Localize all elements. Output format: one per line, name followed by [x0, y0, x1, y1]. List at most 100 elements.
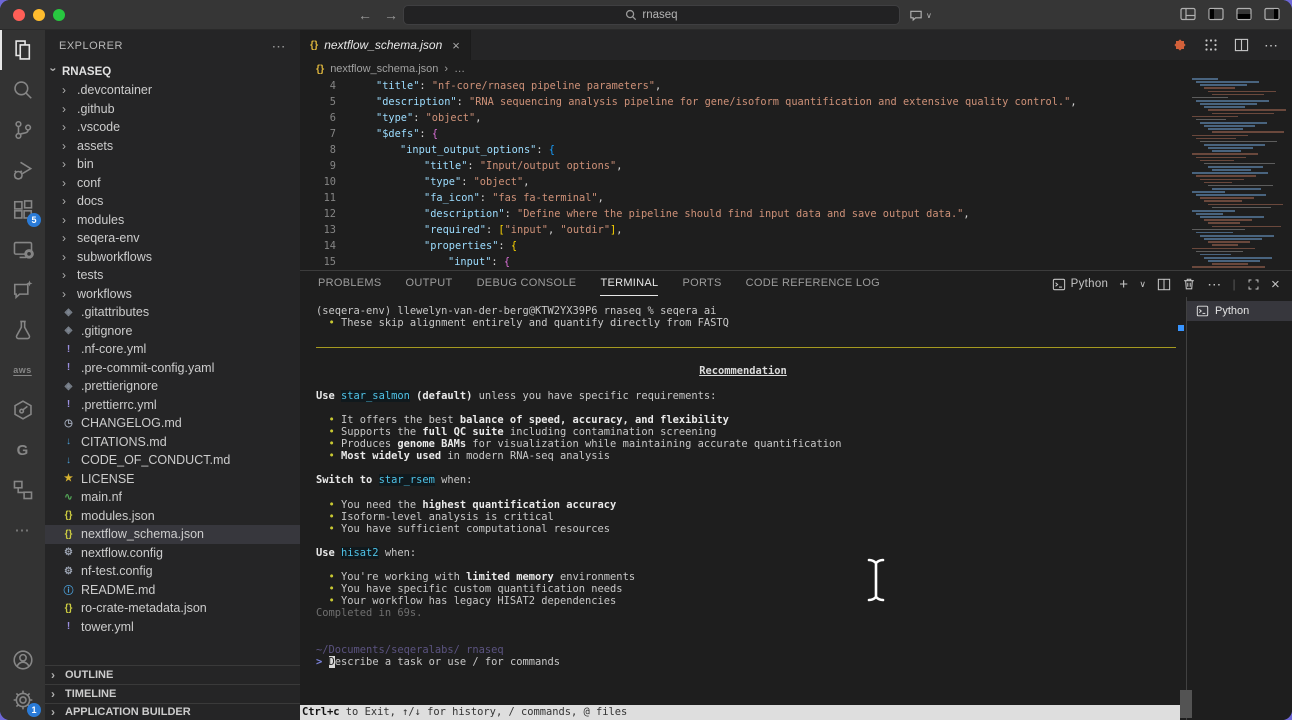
kill-terminal-icon[interactable] — [1182, 277, 1196, 291]
minimize-window-button[interactable] — [33, 9, 45, 21]
panel-tab-terminal[interactable]: TERMINAL — [600, 272, 658, 296]
activity-hexagon-extension-button[interactable] — [0, 390, 45, 430]
panel-tab-output[interactable]: OUTPUT — [406, 272, 453, 296]
activity-search-button[interactable] — [0, 70, 45, 110]
root-label: RNASEQ — [62, 66, 111, 78]
terminal-line — [316, 462, 1186, 474]
minimap[interactable] — [1190, 78, 1278, 270]
tree-item-seqera-env[interactable]: ›seqera-env — [45, 229, 300, 248]
file-label: .gitignore — [81, 324, 132, 338]
panel-more-actions-icon[interactable]: ⋯ — [1207, 276, 1221, 293]
activity-run-debug-button[interactable] — [0, 150, 45, 190]
tree-item-nextflow-config[interactable]: ⚙nextflow.config — [45, 544, 300, 563]
tab-nextflow-schema-json[interactable]: {} nextflow_schema.json × — [300, 30, 471, 60]
dots-grid-icon[interactable] — [1203, 37, 1219, 53]
activity-chat-button[interactable] — [0, 270, 45, 310]
file-tree: ›.devcontainer›.github›.vscode›assets›bi… — [45, 81, 300, 636]
copilot-menu-button[interactable]: ∨ — [908, 4, 932, 26]
terminal-dropdown-icon[interactable]: ∨ — [1139, 279, 1146, 290]
terminal[interactable]: (seqera-env) llewelyn-van-der-berg@KTW2Y… — [300, 297, 1186, 720]
maximize-panel-icon[interactable] — [1247, 278, 1260, 291]
tree-item-tests[interactable]: ›tests — [45, 266, 300, 285]
panel-tab-ports[interactable]: PORTS — [682, 272, 721, 296]
toggle-panel-icon[interactable] — [1236, 7, 1252, 21]
tree-item-prettierrc-yml[interactable]: !.prettierrc.yml — [45, 396, 300, 415]
maximize-window-button[interactable] — [53, 9, 65, 21]
line-number: 13 — [300, 222, 336, 238]
tree-item-devcontainer[interactable]: ›.devcontainer — [45, 81, 300, 100]
tree-item-github[interactable]: ›.github — [45, 100, 300, 119]
tree-item-nextflow-schema-json[interactable]: {}nextflow_schema.json — [45, 525, 300, 544]
settings-button[interactable]: 1 — [0, 680, 45, 720]
tree-item-code-of-conduct-md[interactable]: ↓CODE_OF_CONDUCT.md — [45, 451, 300, 470]
tree-item-gitignore[interactable]: ◈ .gitignore — [45, 322, 300, 341]
terminal-scrollbar-thumb[interactable] — [1180, 690, 1192, 718]
close-window-button[interactable] — [13, 9, 25, 21]
back-icon[interactable]: ← — [358, 7, 372, 23]
customize-layout-icon[interactable] — [1180, 7, 1196, 21]
section-application-builder[interactable]: ›APPLICATION BUILDER — [45, 703, 300, 720]
activity-remote-explorer-button[interactable] — [0, 230, 45, 270]
extension-starburst-icon[interactable] — [1172, 37, 1188, 53]
terminal-profile[interactable]: Python — [1052, 278, 1109, 291]
command-center-search[interactable]: rnaseq — [403, 5, 900, 25]
activity-gitlens-button[interactable]: G — [0, 430, 45, 470]
terminal-profile-label: Python — [1071, 278, 1109, 290]
tree-item-assets[interactable]: ›assets — [45, 137, 300, 156]
tree-item-tower-yml[interactable]: !tower.yml — [45, 618, 300, 637]
activity-testing-button[interactable] — [0, 310, 45, 350]
tree-item-prettierignore[interactable]: ◈.prettierignore — [45, 377, 300, 396]
tree-item-gitattributes[interactable]: ◈.gitattributes — [45, 303, 300, 322]
activity-aws-button[interactable]: aws — [0, 350, 45, 390]
tree-root-rnaseq[interactable]: › RNASEQ — [45, 62, 300, 81]
tree-item-modules-json[interactable]: {}modules.json — [45, 507, 300, 526]
section-outline[interactable]: ›OUTLINE — [45, 665, 300, 684]
activity-extensions-button[interactable]: 5 — [0, 190, 45, 230]
code-text: "description": "RNA sequencing analysis … — [336, 94, 1077, 110]
editor-more-actions-icon[interactable]: ⋯ — [1264, 37, 1278, 54]
toggle-secondary-sidebar-icon[interactable] — [1264, 7, 1280, 21]
code-editor[interactable]: 4"title": "nf-core/rnaseq pipeline param… — [300, 78, 1292, 270]
activity-diagram-extension-button[interactable] — [0, 470, 45, 510]
forward-icon[interactable]: → — [384, 7, 398, 23]
panel-tabbar: PROBLEMS OUTPUT DEBUG CONSOLE TERMINAL PORTS… — [300, 271, 1292, 297]
terminal-list-item-python[interactable]: Python — [1187, 301, 1292, 321]
toggle-sidebar-icon[interactable] — [1208, 7, 1224, 21]
panel-tab-code-reference-log[interactable]: CODE REFERENCE LOG — [746, 272, 880, 296]
tree-item-conf[interactable]: ›conf — [45, 174, 300, 193]
tree-item-nf-core-yml[interactable]: !.nf-core.yml — [45, 340, 300, 359]
activity-explorer-button[interactable] — [0, 30, 45, 70]
activity-source-control-button[interactable] — [0, 110, 45, 150]
tree-item-main-nf[interactable]: ∿main.nf — [45, 488, 300, 507]
panel-tab-debug-console[interactable]: DEBUG CONSOLE — [477, 272, 577, 296]
git-file-icon: ◈ — [62, 325, 75, 336]
tree-item-subworkflows[interactable]: ›subworkflows — [45, 248, 300, 267]
tree-item-license[interactable]: ★LICENSE — [45, 470, 300, 489]
tree-item-citations-md[interactable]: ↓CITATIONS.md — [45, 433, 300, 452]
tree-item-pre-commit-config-yaml[interactable]: !.pre-commit-config.yaml — [45, 359, 300, 378]
accounts-button[interactable] — [0, 640, 45, 680]
panel-tab-problems[interactable]: PROBLEMS — [318, 272, 382, 296]
close-panel-icon[interactable]: × — [1271, 276, 1280, 293]
terminal-list-label: Python — [1215, 305, 1249, 317]
split-editor-icon[interactable] — [1234, 38, 1249, 52]
explorer-more-actions-icon[interactable]: ⋯ — [272, 38, 287, 55]
breadcrumb[interactable]: {} nextflow_schema.json › … — [300, 60, 1292, 78]
tree-item-ro-crate-metadata-json[interactable]: {}ro-crate-metadata.json — [45, 599, 300, 618]
section-timeline[interactable]: ›TIMELINE — [45, 684, 300, 703]
tree-item-bin[interactable]: ›bin — [45, 155, 300, 174]
tree-item-workflows[interactable]: ›workflows — [45, 285, 300, 304]
tree-item-changelog-md[interactable]: ◷CHANGELOG.md — [45, 414, 300, 433]
activity-more-button[interactable]: ⋯ — [0, 510, 45, 550]
code-text: "type": "object", — [336, 110, 481, 126]
tree-item-readme-md[interactable]: ⓘREADME.md — [45, 581, 300, 600]
new-terminal-icon[interactable]: + — [1119, 276, 1128, 293]
tree-item-modules[interactable]: ›modules — [45, 211, 300, 230]
tree-item-docs[interactable]: ›docs — [45, 192, 300, 211]
file-label: README.md — [81, 583, 155, 597]
tree-item-nf-test-config[interactable]: ⚙nf-test.config — [45, 562, 300, 581]
code-line-9: 9"title": "Input/output options", — [300, 158, 1292, 174]
tree-item-vscode[interactable]: ›.vscode — [45, 118, 300, 137]
close-tab-icon[interactable]: × — [452, 38, 460, 53]
split-terminal-icon[interactable] — [1157, 278, 1171, 291]
